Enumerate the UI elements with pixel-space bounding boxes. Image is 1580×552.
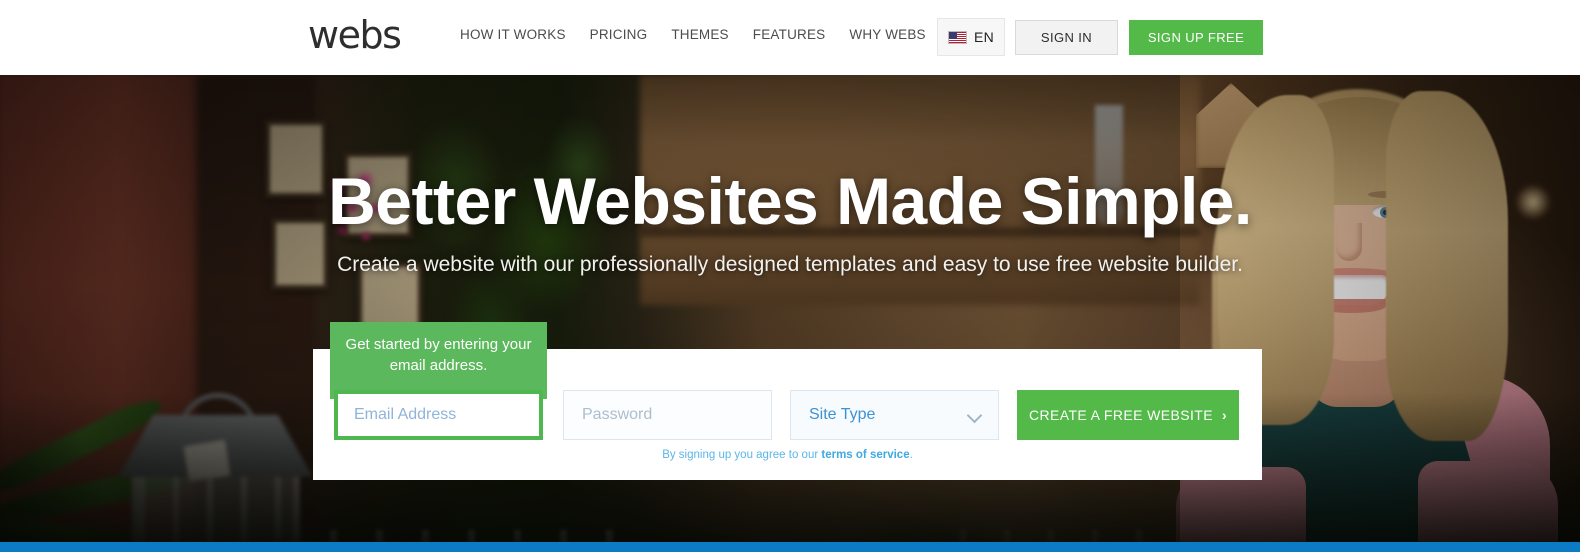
sign-up-free-button[interactable]: SIGN UP FREE <box>1129 20 1263 55</box>
password-placeholder: Password <box>582 406 653 423</box>
main-navigation: HOW IT WORKS PRICING THEMES FEATURES WHY… <box>460 27 988 42</box>
site-type-select[interactable]: Site Type <box>790 390 999 440</box>
nav-item-why-webs[interactable]: WHY WEBS <box>849 27 925 42</box>
webs-landing-page: webs HOW IT WORKS PRICING THEMES FEATURE… <box>0 0 1580 552</box>
nav-item-pricing[interactable]: PRICING <box>590 27 648 42</box>
sign-in-button[interactable]: SIGN IN <box>1015 20 1118 55</box>
chevron-right-icon: › <box>1221 407 1228 423</box>
terms-suffix: . <box>909 449 913 461</box>
email-input[interactable]: Email Address <box>334 390 543 440</box>
create-button-label: CREATE A FREE WEBSITE <box>1028 407 1213 423</box>
terms-of-service-link[interactable]: terms of service <box>821 449 909 461</box>
nav-item-how-it-works[interactable]: HOW IT WORKS <box>460 27 566 42</box>
terms-prefix: By signing up you agree to our <box>662 449 822 461</box>
password-input[interactable]: Password <box>563 390 772 440</box>
get-started-callout: Get started by entering your email addre… <box>330 322 547 399</box>
site-header: webs HOW IT WORKS PRICING THEMES FEATURE… <box>0 0 1580 75</box>
hero-subheadline: Create a website with our professionally… <box>337 253 1243 276</box>
nav-item-features[interactable]: FEATURES <box>753 27 826 42</box>
language-label: EN <box>973 29 995 45</box>
webs-logo[interactable]: webs <box>308 12 402 58</box>
bottom-accent-strip <box>0 542 1580 552</box>
email-placeholder: Email Address <box>354 406 457 423</box>
chevron-down-icon <box>968 408 982 422</box>
us-flag-icon <box>947 30 967 44</box>
language-selector[interactable]: EN <box>937 18 1005 56</box>
site-type-value: Site Type <box>809 406 876 423</box>
terms-of-service-note: By signing up you agree to our terms of … <box>313 449 1262 461</box>
nav-item-themes[interactable]: THEMES <box>671 27 728 42</box>
hero-headline: Better Websites Made Simple. <box>328 164 1252 238</box>
create-free-website-button[interactable]: CREATE A FREE WEBSITE › <box>1017 390 1239 440</box>
